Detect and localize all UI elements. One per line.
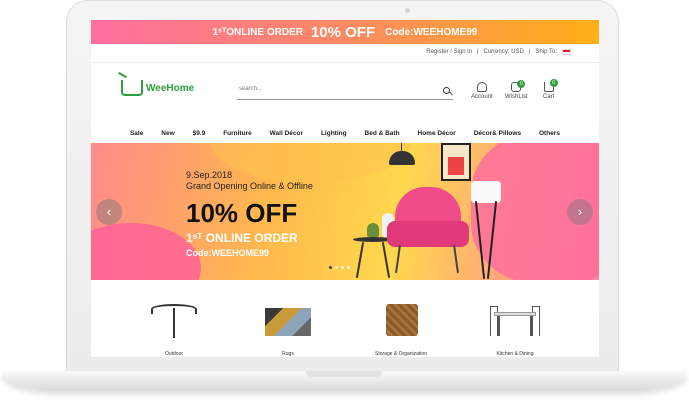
cart-icon: 0 [543, 79, 558, 92]
cart-logo-icon [121, 80, 143, 96]
category-kitchen-dining[interactable]: Kitchen & Dining [465, 298, 565, 357]
wishlist-label: WishList [505, 94, 528, 100]
carousel-prev-button[interactable]: ‹ [96, 199, 122, 225]
category-label: Rugs [282, 351, 294, 357]
divider [91, 62, 599, 63]
nav-item-home-decor[interactable]: Home Décor [418, 130, 456, 137]
logo-text: WeeHome [146, 82, 195, 94]
pendant-lamp-image [389, 151, 415, 165]
poster-image [441, 143, 471, 181]
carousel-dot[interactable] [347, 266, 350, 269]
promo-discount: 10% OFF [310, 23, 376, 41]
rug-image [263, 298, 313, 338]
currency-selector[interactable]: Currency: USD [484, 49, 524, 55]
banner-code: Code:WEEHOME99 [186, 248, 270, 258]
nav-item-decor-pillows[interactable]: Décor& Pillows [474, 130, 521, 137]
banner-headline: 10% OFF [186, 198, 298, 228]
carousel-dot[interactable] [341, 266, 344, 269]
register-signin-link[interactable]: Register / Sign in [426, 49, 472, 55]
category-label: Storage & Organization [375, 351, 427, 357]
promo-code: Code:WEEHOME99 [385, 26, 478, 38]
camera-dot [405, 8, 410, 13]
banner-subtitle: Grand Opening Online & Offline [186, 181, 313, 191]
nav-item-sale[interactable]: Sale [130, 130, 143, 137]
floor-lamp-image [471, 181, 501, 203]
wishlist-count-badge: 0 [517, 80, 526, 88]
category-outdoor[interactable]: Outdoor [124, 298, 224, 357]
patio-umbrella-image [149, 298, 199, 338]
category-rugs[interactable]: Rugs [238, 298, 338, 357]
banner-order: 1ˢᵀ ONLINE ORDER [186, 231, 298, 245]
browser-screen: 1ˢᵀONLINE ORDER 10% OFF Code:WEEHOME99 R… [91, 20, 599, 357]
category-label: Kitchen & Dining [496, 351, 534, 357]
user-icon [476, 82, 487, 92]
nav-item-bed-bath[interactable]: Bed & Bath [365, 130, 400, 137]
nav-item-wall-decor[interactable]: Wall Décor [270, 130, 303, 137]
carousel-dot[interactable] [335, 266, 338, 269]
laptop-notch [306, 371, 382, 377]
search-bar [237, 86, 453, 100]
hero-banner[interactable]: 9.Sep.2018 Grand Opening Online & Offlin… [91, 143, 599, 280]
carousel-next-button[interactable]: › [567, 199, 593, 225]
account-label: Account [471, 94, 493, 100]
flag-icon[interactable] [562, 49, 571, 55]
promo-bar[interactable]: 1ˢᵀONLINE ORDER 10% OFF Code:WEEHOME99 [91, 20, 599, 44]
cart-count-badge: 0 [549, 79, 558, 87]
search-input[interactable] [239, 86, 429, 92]
site-logo[interactable]: WeeHome [121, 80, 194, 96]
nav-item-others[interactable]: Others [539, 130, 560, 137]
cart-button[interactable]: 0 Cart [543, 79, 558, 100]
nav-item-9-9[interactable]: $9.9 [193, 130, 206, 137]
nav-item-lighting[interactable]: Lighting [321, 130, 347, 137]
heart-icon: 0 [511, 80, 526, 92]
wishlist-button[interactable]: 0 WishList [505, 80, 528, 100]
carousel-dots [329, 266, 350, 269]
banner-date: 9.Sep.2018 [186, 170, 233, 180]
plant-image [367, 223, 379, 237]
category-storage[interactable]: Storage & Organization [351, 298, 451, 357]
account-button[interactable]: Account [471, 82, 493, 100]
main-nav: Sale New $9.9 Furniture Wall Décor Light… [91, 126, 599, 140]
ship-to-selector[interactable]: Ship To: [535, 49, 557, 55]
dining-set-image [490, 298, 540, 338]
utility-bar: Register / Sign in | Currency: USD | Shi… [426, 49, 571, 55]
category-row: Outdoor Rugs Storage & Organization Kitc… [91, 298, 599, 357]
category-label: Outdoor [164, 351, 184, 357]
nav-item-furniture[interactable]: Furniture [223, 130, 252, 137]
nav-item-new[interactable]: New [161, 130, 174, 137]
search-icon[interactable] [443, 87, 450, 94]
promo-first-order: 1ˢᵀONLINE ORDER [212, 26, 303, 38]
basket-image [376, 298, 426, 338]
cart-label: Cart [543, 94, 555, 100]
carousel-dot[interactable] [329, 266, 332, 269]
